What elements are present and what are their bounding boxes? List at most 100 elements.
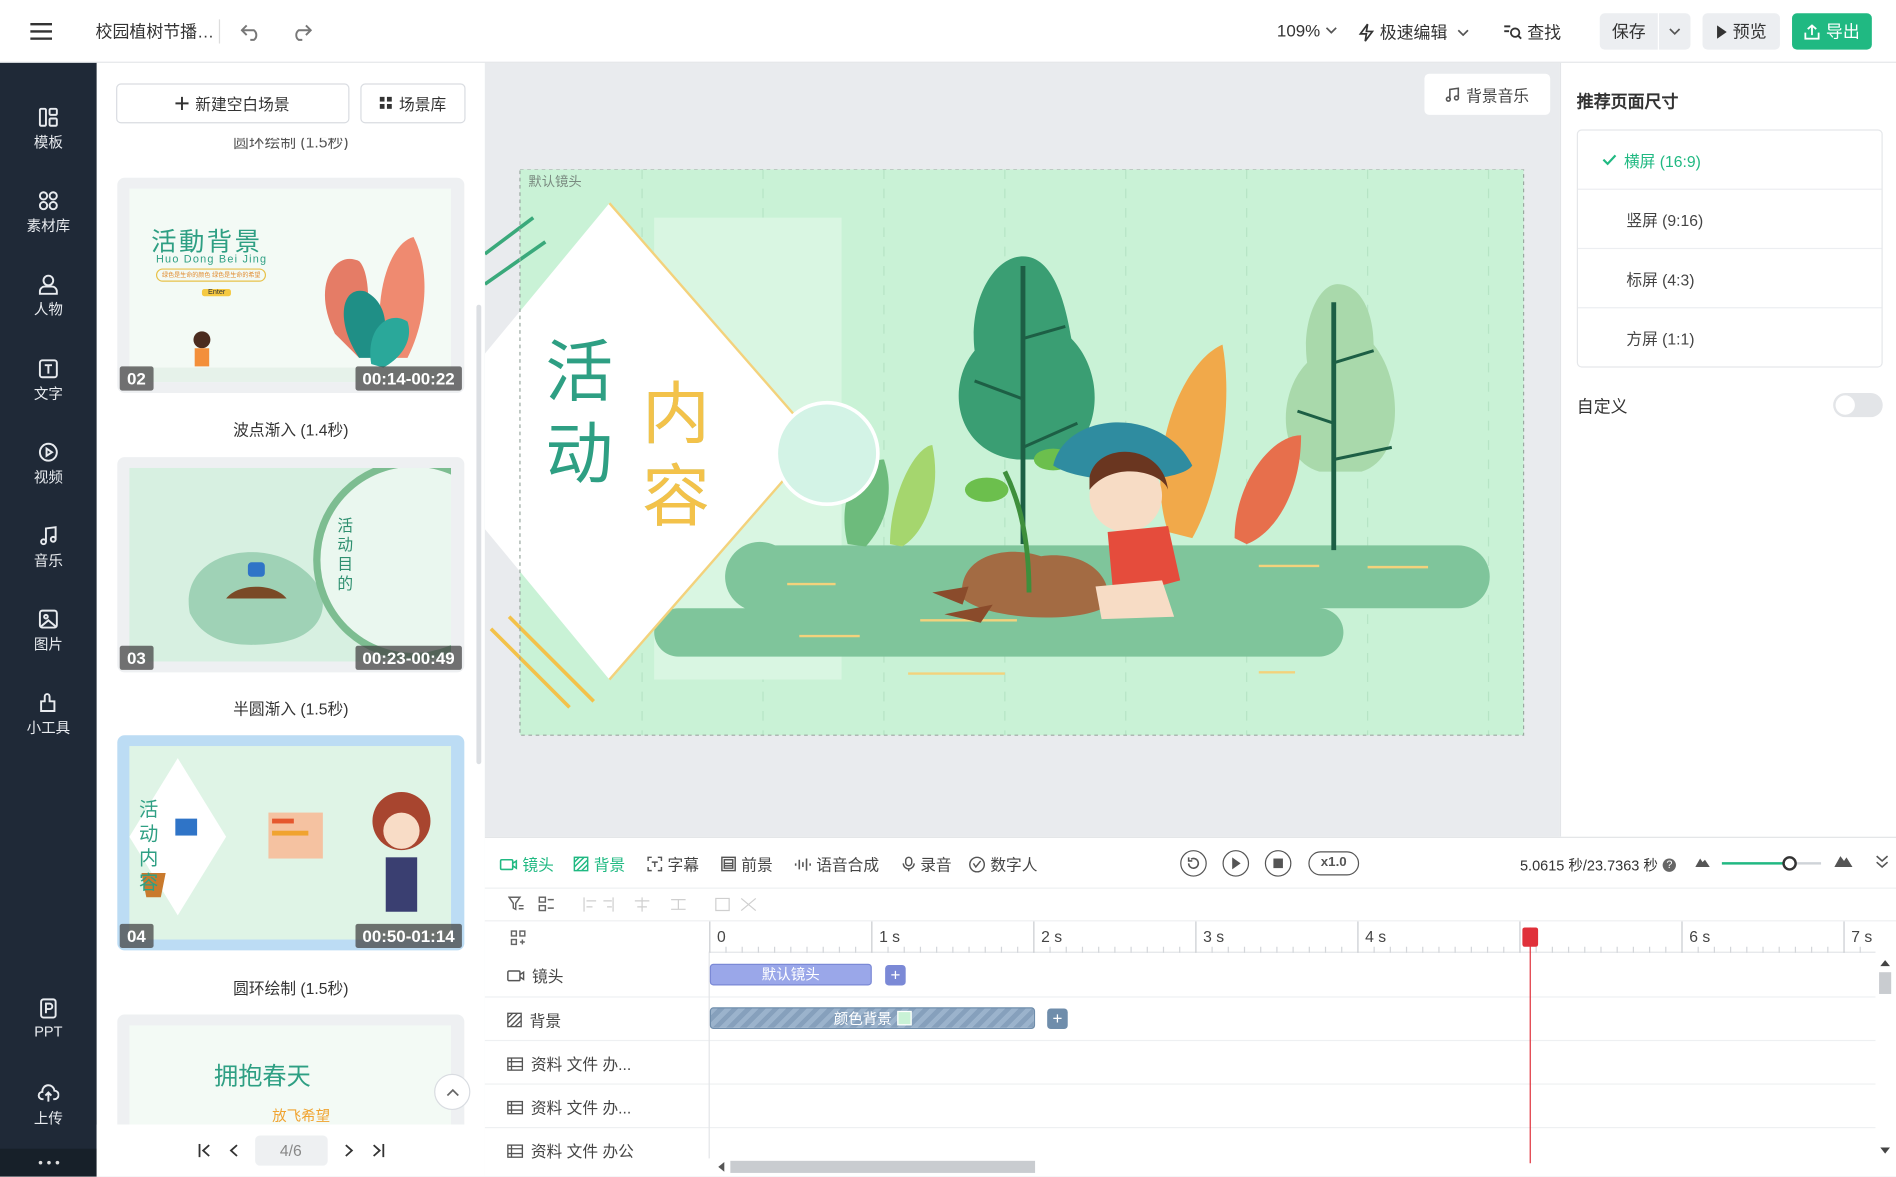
- sidebar-item-upload[interactable]: 上传: [0, 1082, 97, 1128]
- sidebar-item-text[interactable]: 文字: [0, 358, 97, 404]
- add-lens-clip-button[interactable]: +: [885, 964, 906, 986]
- size-option-landscape[interactable]: 横屏 (16:9): [1578, 131, 1882, 190]
- chevron-down-icon: [1325, 27, 1337, 34]
- timeline-zoom-slider[interactable]: [1721, 856, 1822, 871]
- save-dropdown[interactable]: [1659, 13, 1691, 50]
- image-icon: [37, 608, 59, 630]
- text-icon: [37, 358, 59, 380]
- zoom-select[interactable]: 109%: [1277, 21, 1337, 40]
- undo-icon[interactable]: [237, 17, 266, 46]
- scene-panel-scrollbar[interactable]: [476, 304, 482, 765]
- tab-foreground[interactable]: 前景: [721, 852, 773, 875]
- canvas-title-b[interactable]: 内容: [642, 375, 719, 539]
- help-icon[interactable]: ?: [1662, 858, 1677, 872]
- prev-page-icon[interactable]: [228, 1144, 238, 1157]
- project-title[interactable]: 校园植树节播…: [96, 19, 215, 43]
- edit-mode-label: 极速编辑: [1379, 22, 1448, 43]
- scene-transition: 波点渐入 (1.4秒): [233, 420, 349, 439]
- find-button[interactable]: 查找: [1503, 21, 1561, 45]
- last-page-icon[interactable]: [371, 1143, 384, 1158]
- tab-subtitle[interactable]: 字幕: [647, 852, 699, 875]
- scene-thumbnail[interactable]: 活動背景 Huo Dong Bei Jing 绿色是生命的颜色 绿色是生命的希望…: [117, 177, 465, 393]
- stage[interactable]: 默认镜头 活动 内容: [484, 169, 1537, 743]
- scene-thumbnail[interactable]: 拥抱春天 放飞希望: [117, 1014, 465, 1125]
- size-option-portrait[interactable]: 竖屏 (9:16): [1578, 190, 1882, 250]
- track-label-background[interactable]: 背景: [507, 1008, 561, 1031]
- replay-icon[interactable]: [1180, 850, 1207, 877]
- save-button[interactable]: 保存: [1599, 13, 1658, 50]
- sidebar-label: 素材库: [26, 217, 71, 235]
- sidebar-item-video[interactable]: 视频: [0, 441, 97, 487]
- filter-icon[interactable]: [507, 896, 525, 912]
- size-options: 横屏 (16:9) 竖屏 (9:16) 标屏 (4:3) 方屏 (1:1): [1561, 129, 1896, 368]
- track-label-asset[interactable]: 资料 文件 办...: [507, 1096, 631, 1119]
- thumb-text: 绿色是生命的颜色 绿色是生命的希望: [155, 268, 267, 282]
- next-page-icon[interactable]: [344, 1144, 354, 1157]
- play-icon[interactable]: [1222, 850, 1250, 877]
- upload-icon: [37, 1082, 60, 1104]
- slider-handle[interactable]: [1782, 856, 1797, 871]
- playhead-handle[interactable]: [1522, 927, 1539, 947]
- background-music-button[interactable]: 背景音乐: [1424, 73, 1551, 115]
- tab-record[interactable]: 录音: [902, 852, 952, 875]
- scene-thumbnail[interactable]: 活动目的 03 00:23-00:49: [117, 457, 465, 673]
- tab-digital-human[interactable]: 数字人: [969, 852, 1038, 875]
- add-background-clip-button[interactable]: +: [1047, 1008, 1068, 1030]
- sidebar-item-material[interactable]: 素材库: [0, 190, 97, 236]
- clip-lens[interactable]: 默认镜头: [709, 963, 872, 986]
- timeline-scrollbar-vertical[interactable]: [1878, 955, 1893, 1158]
- speed-button[interactable]: x1.0: [1308, 851, 1360, 876]
- track-name: 资料 文件 办...: [530, 1055, 632, 1074]
- track-label-asset[interactable]: 资料 文件 办公: [507, 1139, 634, 1162]
- size-option-square[interactable]: 方屏 (1:1): [1578, 308, 1882, 367]
- preview-button[interactable]: 预览: [1702, 13, 1780, 50]
- redo-icon[interactable]: [287, 17, 316, 46]
- menu-icon[interactable]: [24, 17, 58, 46]
- clip-background[interactable]: 颜色背景: [709, 1007, 1036, 1030]
- collapse-timeline-icon[interactable]: [1875, 855, 1889, 870]
- scroll-top-button[interactable]: [434, 1073, 471, 1111]
- search-icon: [1503, 24, 1522, 41]
- background-icon: [573, 856, 589, 872]
- size-option-label: 方屏 (1:1): [1626, 330, 1695, 349]
- chevron-down-icon: [1457, 29, 1469, 37]
- page-indicator[interactable]: 4/6: [254, 1135, 328, 1166]
- size-option-standard[interactable]: 标屏 (4:3): [1578, 249, 1882, 309]
- sidebar-item-ppt[interactable]: PPT: [0, 998, 97, 1040]
- page-size-panel: 推荐页面尺寸 横屏 (16:9) 竖屏 (9:16) 标屏 (4:3) 方屏 (…: [1559, 62, 1896, 837]
- edit-mode-select[interactable]: 极速编辑: [1358, 21, 1469, 45]
- sidebar-item-person[interactable]: 人物: [0, 273, 97, 319]
- playhead[interactable]: [1522, 927, 1539, 1164]
- timeline-ruler[interactable]: 01 s2 s3 s4 ss6 s7 s: [708, 921, 1876, 953]
- find-label: 查找: [1527, 22, 1562, 43]
- first-page-icon[interactable]: [198, 1143, 211, 1158]
- page-size-heading: 推荐页面尺寸: [1576, 91, 1679, 112]
- sidebar-item-template[interactable]: 模板: [0, 106, 97, 152]
- tab-label: 镜头: [522, 856, 554, 875]
- time-readout: 5.0615 秒/23.7363 秒 ?: [1520, 855, 1677, 876]
- sidebar-item-image[interactable]: 图片: [0, 608, 97, 654]
- more-icon[interactable]: [0, 1148, 97, 1177]
- tab-background[interactable]: 背景: [573, 852, 625, 875]
- sidebar-item-tools[interactable]: 小工具: [0, 692, 97, 738]
- scene-thumbnail-active[interactable]: 活动内容 04 00:50-01:14: [117, 735, 465, 951]
- tab-label: 前景: [741, 856, 773, 875]
- sidebar-label: 文字: [33, 385, 63, 403]
- stop-icon[interactable]: [1264, 850, 1292, 877]
- export-button[interactable]: 导出: [1792, 13, 1872, 50]
- new-blank-scene-button[interactable]: 新建空白场景: [116, 83, 350, 124]
- timeline-scrollbar-horizontal[interactable]: [715, 1160, 1876, 1175]
- tab-tts[interactable]: 语音合成: [794, 852, 879, 875]
- track-label-lens[interactable]: 镜头: [507, 964, 564, 987]
- zoom-in-icon[interactable]: [1834, 854, 1853, 867]
- zoom-out-icon[interactable]: [1695, 856, 1710, 867]
- canvas-title-a[interactable]: 活动: [545, 333, 622, 497]
- scene-library-button[interactable]: 场景库: [360, 83, 466, 124]
- custom-toggle[interactable]: [1833, 392, 1883, 418]
- track-label-asset[interactable]: 资料 文件 办...: [507, 1052, 632, 1075]
- track-settings-icon[interactable]: [510, 930, 526, 946]
- layers-icon[interactable]: [538, 896, 555, 912]
- camera-icon: [499, 857, 518, 872]
- sidebar-item-music[interactable]: 音乐: [0, 525, 97, 571]
- tab-lens[interactable]: 镜头: [499, 852, 554, 875]
